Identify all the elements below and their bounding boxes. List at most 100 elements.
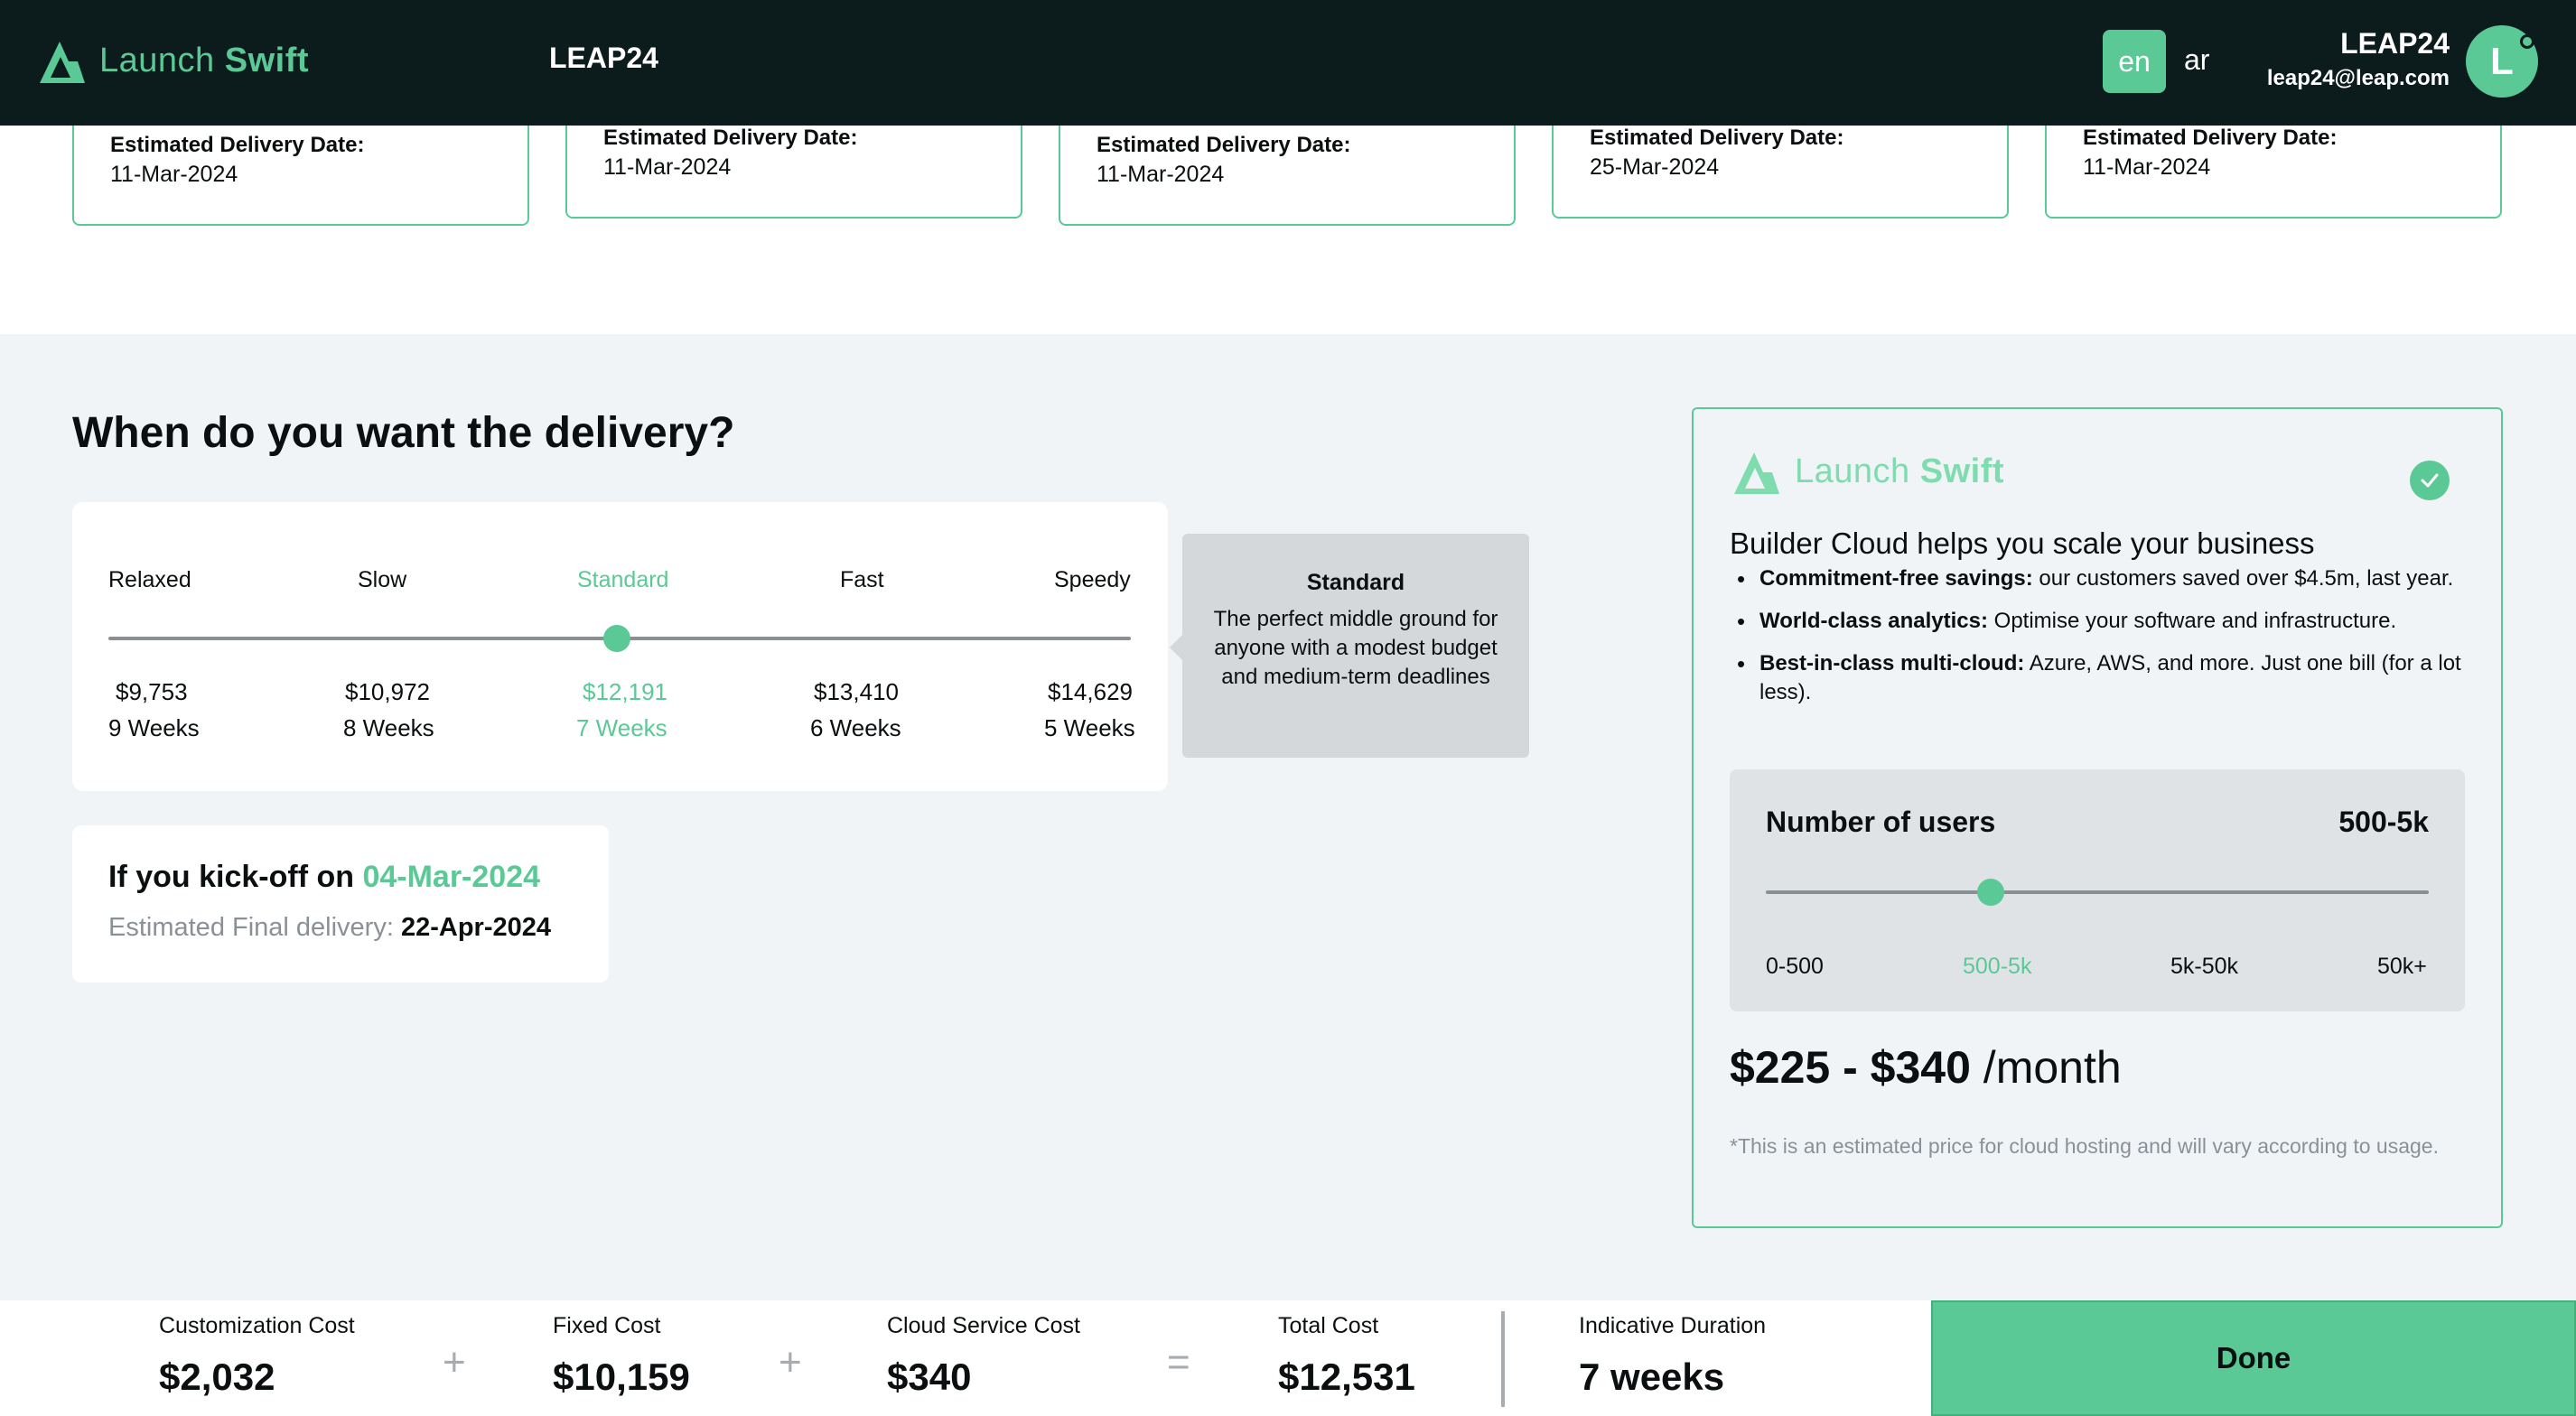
delivery-speed-slider-handle[interactable] [603,625,630,652]
benefit-item: Commitment-free savings: our customers s… [1730,564,2470,593]
cloud-service-cost: Cloud Service Cost $340 [887,1313,1080,1399]
delivery-date-label: Estimated Delivery Date: [110,133,365,157]
delivery-cards-band: Estimated Delivery Date: 11-Mar-2024 Est… [0,126,2576,334]
selected-check-icon[interactable] [2410,461,2450,500]
user-email: leap24@leap.com [2266,66,2450,90]
kickoff-date[interactable]: 04-Mar-2024 [362,860,540,894]
kickoff-card: If you kick-off on 04-Mar-2024 Estimated… [72,825,609,983]
delivery-date-card: Estimated Delivery Date: 11-Mar-2024 [2045,126,2502,219]
speed-option-slow[interactable]: Slow [358,567,406,593]
users-tick-5k-50k[interactable]: 5k-50k [2170,954,2238,980]
benefit-text: our customers saved over $4.5m, last yea… [2032,566,2454,591]
customization-cost-label: Customization Cost [159,1313,355,1338]
users-slider-track[interactable] [1766,890,2429,894]
builder-cloud-card[interactable]: Launch Swift Builder Cloud helps you sca… [1692,407,2503,1228]
delivery-date-value: 11-Mar-2024 [603,154,732,180]
cloud-service-cost-label: Cloud Service Cost [887,1313,1080,1338]
users-tick-50k-plus[interactable]: 50k+ [2377,954,2427,980]
logo-text-bold: Swift [224,41,310,79]
cloud-heading: Builder Cloud helps you scale your busin… [1730,526,2315,560]
total-cost-value: $12,531 [1278,1355,1415,1398]
indicative-duration-value: 7 weeks [1579,1355,1725,1398]
speed-price-standard: $12,191 [583,678,667,705]
speed-weeks-standard: 7 Weeks [576,714,667,741]
delivery-date-value: 11-Mar-2024 [2083,154,2211,180]
org-name: LEAP24 [549,42,658,74]
equals-operator: = [1167,1340,1190,1384]
total-cost: Total Cost $12,531 [1278,1313,1415,1399]
cloud-service-cost-value: $340 [887,1355,972,1398]
delivery-date-label: Estimated Delivery Date: [2083,126,2338,150]
logo-text: Launch Swift [99,42,309,80]
customization-cost-value: $2,032 [159,1355,275,1398]
delivery-date-value: 25-Mar-2024 [1590,154,1720,180]
delivery-date-label: Estimated Delivery Date: [1590,126,1844,150]
launch-swift-logo[interactable]: Launch Swift [36,34,309,87]
plus-operator: + [779,1340,802,1384]
delivery-date-value: 11-Mar-2024 [1097,162,1225,187]
benefit-item: Best-in-class multi-cloud: Azure, AWS, a… [1730,649,2470,707]
app-root: Launch Swift LEAP24 en ar LEAP24 leap24@… [0,0,2576,1416]
logo-mark-icon [40,42,85,83]
footer-divider [1501,1311,1505,1407]
speed-price-relaxed: $9,753 [116,678,188,705]
logo-text-light: Launch [99,41,215,79]
speed-option-fast[interactable]: Fast [840,567,884,593]
delivery-date-value: 11-Mar-2024 [110,162,238,187]
cloud-launch-swift-logo: Launch Swift [1730,445,2004,498]
tooltip-body: The perfect middle ground for anyone wit… [1213,607,1498,689]
speed-price-slow: $10,972 [345,678,430,705]
users-title: Number of users [1766,806,1996,838]
speed-option-speedy[interactable]: Speedy [1054,567,1131,593]
avatar[interactable]: L [2466,25,2538,98]
cloud-price-note: *This is an estimated price for cloud ho… [1730,1134,2439,1158]
top-header: Launch Swift LEAP24 en ar LEAP24 leap24@… [0,0,2576,126]
user-info: LEAP24 leap24@leap.com [2267,27,2450,91]
speed-option-standard[interactable]: Standard [577,567,668,593]
cloud-logo-text-light: Launch [1795,452,1910,490]
speed-price-fast: $13,410 [814,678,899,705]
checkmark-glyph-icon [2421,473,2439,488]
cost-summary-footer: Customization Cost $2,032 + Fixed Cost $… [0,1300,2576,1416]
delivery-date-label: Estimated Delivery Date: [1097,133,1351,157]
tooltip-title: Standard [1306,570,1405,595]
delivery-date-card: Estimated Delivery Date: 11-Mar-2024 [565,126,1022,219]
speed-weeks-speedy: 5 Weeks [1044,714,1135,741]
cloud-logo-text-bold: Swift [1919,452,2005,490]
users-slider-handle[interactable] [1977,879,2004,906]
language-en-button[interactable]: en [2103,30,2166,93]
users-selected-value: 500-5k [2338,806,2429,838]
fixed-cost: Fixed Cost $10,159 [553,1313,690,1399]
done-button[interactable]: Done [1931,1300,2576,1416]
benefit-title: Commitment-free savings: [1759,566,2033,591]
cloud-logo-text: Launch Swift [1795,452,2004,491]
plus-operator: + [443,1340,466,1384]
delivery-date-card: Estimated Delivery Date: 11-Mar-2024 [72,126,529,226]
benefit-title: Best-in-class multi-cloud: [1759,651,2025,675]
users-tick-0-500[interactable]: 0-500 [1766,954,1824,980]
speed-weeks-slow: 8 Weeks [343,714,434,741]
speed-option-relaxed[interactable]: Relaxed [108,567,191,593]
online-status-dot-icon [2520,34,2534,49]
final-delivery-label: Estimated Final delivery: [108,913,394,942]
indicative-duration-label: Indicative Duration [1579,1313,1767,1338]
user-name: LEAP24 [2340,27,2450,60]
kickoff-line: If you kick-off on 04-Mar-2024 [108,860,540,895]
total-cost-label: Total Cost [1278,1313,1379,1338]
delivery-section-title: When do you want the delivery? [72,409,735,457]
benefit-item: World-class analytics: Optimise your sof… [1730,607,2470,636]
final-delivery-line: Estimated Final delivery: 22-Apr-2024 [108,913,551,943]
delivery-date-card: Estimated Delivery Date: 11-Mar-2024 [1059,126,1516,226]
language-ar-button[interactable]: ar [2184,43,2209,77]
benefit-title: World-class analytics: [1759,609,1988,633]
users-tick-500-5k[interactable]: 500-5k [1963,954,2031,980]
speed-weeks-fast: 6 Weeks [810,714,901,741]
final-delivery-date: 22-Apr-2024 [400,913,551,942]
kickoff-prefix: If you kick-off on [108,860,354,894]
fixed-cost-label: Fixed Cost [553,1313,661,1338]
cloud-benefits-list: Commitment-free savings: our customers s… [1730,564,2470,721]
customization-cost: Customization Cost $2,032 [159,1313,355,1399]
cloud-price-unit: /month [1970,1042,2122,1093]
fixed-cost-value: $10,159 [553,1355,690,1398]
benefit-text: Optimise your software and infrastructur… [1987,609,2397,633]
